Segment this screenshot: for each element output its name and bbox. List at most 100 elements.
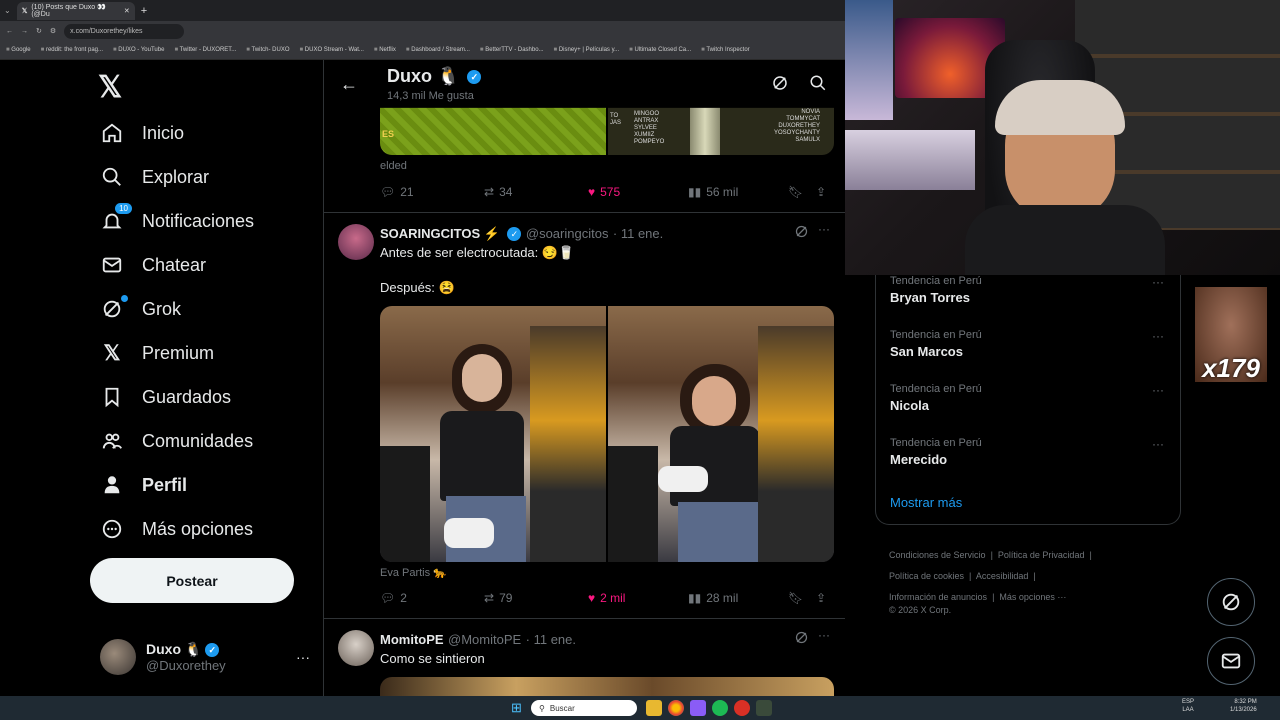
nav-item-profile[interactable]: Perfil (98, 465, 187, 505)
footer-link[interactable]: Política de cookies (889, 571, 964, 581)
grok-icon[interactable] (794, 630, 809, 650)
avatar[interactable] (338, 224, 374, 260)
file-explorer-icon[interactable] (646, 700, 662, 716)
footer-link[interactable]: Más opciones ··· (999, 592, 1066, 602)
bookmark-item[interactable]: Twitter - DUXORET... (174, 47, 237, 53)
nav-item-grok[interactable]: Grok (98, 289, 181, 329)
x-logo-icon[interactable]: 𝕏 (98, 70, 122, 105)
footer-link[interactable]: Accesibilidad (976, 571, 1029, 581)
bookmark-item[interactable]: reddit: the front pag... (41, 47, 103, 53)
tweet-time[interactable]: · 11 ene. (613, 226, 663, 241)
tweet-media[interactable] (380, 306, 834, 562)
tweet-time[interactable]: · 11 ene. (526, 632, 576, 647)
taskbar-search[interactable]: ⚲ Buscar (531, 700, 637, 716)
tweet-author-handle[interactable]: @soaringcitos (526, 226, 609, 241)
share-button[interactable]: ⇪ (816, 591, 826, 605)
nav-item-chat[interactable]: Chatear (98, 245, 206, 285)
back-arrow-icon[interactable]: ← (340, 74, 358, 95)
trends-panel: Tendencia en Perú Bryan Torres ··· Tende… (875, 275, 1181, 525)
retweet-button[interactable]: ⇄ 79 (484, 591, 588, 605)
forward-icon[interactable]: → (21, 28, 28, 35)
media-photo[interactable] (380, 306, 606, 562)
nav-item-premium[interactable]: 𝕏 Premium (98, 333, 214, 373)
bookmark-item[interactable]: Google (6, 47, 30, 53)
bookmark-button[interactable]: 🔖︎ (788, 185, 816, 199)
more-dots-icon[interactable]: ··· (1152, 437, 1164, 451)
nav-item-bookmarks[interactable]: Guardados (98, 377, 231, 417)
tweet-media[interactable]: ES TO JAS MINGOO ANTRAX SYLVEE XUMIIZ PO… (380, 107, 834, 155)
bookmark-item[interactable]: Disney+ | Películas y... (554, 47, 619, 53)
language-indicator[interactable]: ESP LAA (1182, 698, 1194, 714)
url-field[interactable]: x.com/Duxorethey/likes (64, 23, 185, 39)
bookmark-item[interactable]: Dashboard / Stream... (406, 47, 470, 53)
bookmark-item[interactable]: Twitch- DUXO (246, 47, 289, 53)
more-dots-icon[interactable]: ··· (1152, 275, 1164, 289)
footer-link[interactable]: Política de Privacidad (998, 550, 1085, 560)
like-button[interactable]: ♥ 2 mil (588, 591, 688, 605)
views-button[interactable]: ▮▮ 28 mil (688, 591, 788, 605)
more-dots-icon[interactable]: ··· (296, 649, 310, 665)
account-switcher[interactable]: Duxo 🐧 ✓ @Duxorethey ··· (100, 637, 310, 677)
reply-button[interactable]: 💬︎ 2 (380, 591, 484, 605)
footer-link[interactable]: Información de anuncios (889, 592, 987, 602)
retweet-icon: ⇄ (484, 185, 495, 199)
nav-item-notifications[interactable]: 10 Notificaciones (98, 201, 254, 241)
grok-fab[interactable] (1207, 578, 1255, 626)
tweet-author-handle[interactable]: @MomitoPE (448, 632, 521, 647)
tweet-author-name[interactable]: SOARINGCITOS ⚡ (380, 226, 500, 241)
reload-icon[interactable]: ↻ (36, 27, 42, 35)
clock[interactable]: 8:32 PM 1/13/2026 (1230, 698, 1257, 714)
more-dots-icon[interactable]: ··· (818, 222, 830, 236)
nav-item-more[interactable]: Más opciones (98, 509, 253, 549)
bookmark-item[interactable]: Netflix (374, 47, 396, 53)
back-icon[interactable]: ← (6, 28, 13, 35)
retweet-button[interactable]: ⇄ 34 (484, 185, 588, 199)
bookmark-item[interactable]: BetterTTV - Dashbo... (480, 47, 543, 53)
browser-tab[interactable]: 𝕏 (10) Posts que Duxo 👀 (@Du ✕ (16, 1, 135, 20)
like-button[interactable]: ♥ 575 (588, 185, 688, 199)
close-tab-icon[interactable]: ✕ (124, 7, 130, 15)
media-text: NOVIA (801, 109, 820, 115)
post-button[interactable]: Postear (90, 558, 294, 603)
nav-item-explore[interactable]: Explorar (98, 157, 209, 197)
tweet-media[interactable] (380, 677, 834, 696)
more-dots-icon[interactable]: ··· (1152, 329, 1164, 343)
bookmark-button[interactable]: 🔖︎ (788, 591, 816, 605)
tab-list-icon[interactable]: ⌄ (4, 6, 11, 15)
nav-item-home[interactable]: Inicio (98, 113, 184, 153)
trend-item[interactable]: Tendencia en Perú San Marcos (890, 329, 982, 359)
trend-name: Merecido (890, 452, 948, 467)
app-icon[interactable] (756, 700, 772, 716)
more-dots-icon[interactable]: ··· (1152, 383, 1164, 397)
timeline: ← Duxo 🐧 ✓ 14,3 mil Me gusta ES TO JAS MI… (324, 60, 845, 696)
site-info-icon[interactable]: ⚙ (50, 27, 56, 35)
media-text: DUXORETHEY (778, 123, 820, 129)
chrome-icon[interactable] (668, 700, 684, 716)
media-photo[interactable] (608, 306, 834, 562)
app-icon[interactable] (690, 700, 706, 716)
app-icon[interactable] (734, 700, 750, 716)
messages-fab[interactable] (1207, 637, 1255, 685)
bookmark-item[interactable]: DUXO - YouTube (113, 47, 164, 53)
nav-item-communities[interactable]: Comunidades (98, 421, 253, 461)
search-icon[interactable] (809, 74, 827, 97)
reply-button[interactable]: 💬︎ 21 (380, 185, 484, 199)
windows-start-icon[interactable]: ⊞ (511, 700, 522, 716)
grok-icon[interactable] (771, 74, 789, 97)
avatar[interactable] (338, 630, 374, 666)
bookmark-item[interactable]: DUXO Stream - Wat... (300, 47, 364, 53)
tweet-author-name[interactable]: MomitoPE (380, 632, 444, 647)
show-more-link[interactable]: Mostrar más (890, 495, 962, 510)
footer-link[interactable]: Condiciones de Servicio (889, 550, 986, 560)
grok-icon[interactable] (794, 224, 809, 244)
views-button[interactable]: ▮▮ 56 mil (688, 185, 788, 199)
share-button[interactable]: ⇪ (816, 185, 826, 199)
trend-item[interactable]: Tendencia en Perú Nicola (890, 383, 982, 413)
new-tab-icon[interactable]: + (141, 5, 147, 17)
bookmark-item[interactable]: Twitch Inspector (701, 47, 749, 53)
spotify-icon[interactable] (712, 700, 728, 716)
more-dots-icon[interactable]: ··· (818, 628, 830, 642)
trend-item[interactable]: Tendencia en Perú Bryan Torres (890, 275, 982, 305)
bookmark-item[interactable]: Ultimate Closed Ca... (629, 47, 691, 53)
trend-item[interactable]: Tendencia en Perú Merecido (890, 437, 982, 467)
